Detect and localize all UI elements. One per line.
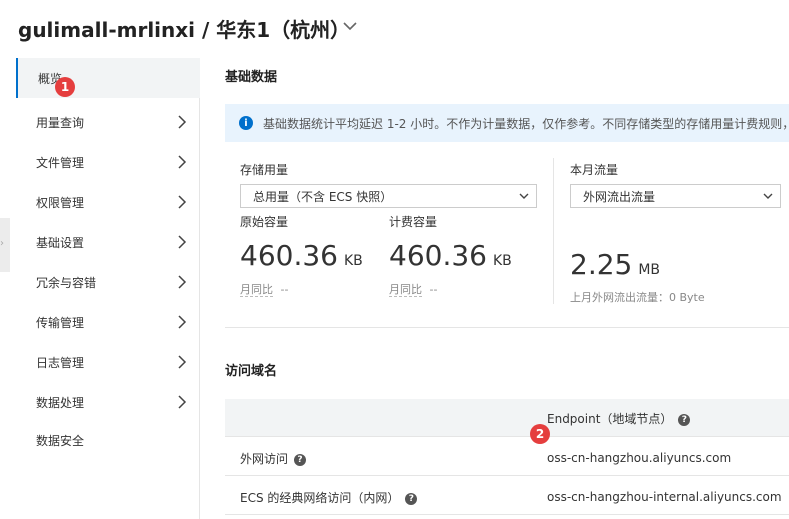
sidebar-item-label: 用量查询 <box>36 115 85 130</box>
traffic-label: 本月流量 <box>570 163 619 177</box>
raw-capacity-unit: KB <box>343 253 363 269</box>
traffic-unit: MB <box>638 262 661 278</box>
chevron-right-icon <box>178 395 187 409</box>
sidebar-item-permissions[interactable]: 权限管理 <box>16 182 200 222</box>
traffic-select-value: 外网流出流量 <box>583 189 656 204</box>
chevron-right-icon <box>178 275 187 289</box>
sidebar-item-data-processing[interactable]: 数据处理 <box>16 382 200 422</box>
row-label-text: ECS 的经典网络访问（内网） <box>240 491 400 505</box>
chevron-down-icon <box>763 193 773 199</box>
chevron-right-icon <box>178 235 187 249</box>
raw-capacity-value: 460.36 KB <box>240 239 363 272</box>
chevron-right-icon <box>178 115 187 129</box>
sidebar: 概览 用量查询 文件管理 权限管理 基础设置 冗余与容错 传输管理 日志管理 数… <box>0 58 200 519</box>
billed-mom-label: 月同比 <box>389 283 422 297</box>
chevron-right-icon <box>178 155 187 169</box>
info-icon: i <box>239 116 253 130</box>
notice-banner: i 基础数据统计平均延迟 1-2 小时。不作为计量数据，仅作参考。不同存储类型的… <box>225 104 789 142</box>
storage-label: 存储用量 <box>240 163 289 177</box>
sidebar-item-label: 权限管理 <box>36 195 85 210</box>
raw-capacity-number: 460.36 <box>240 239 338 272</box>
billed-mom-value: -- <box>429 283 438 296</box>
sidebar-item-redundancy[interactable]: 冗余与容错 <box>16 262 200 302</box>
endpoint-value: oss-cn-hangzhou.aliyuncs.com <box>547 451 732 465</box>
sidebar-item-label: 数据处理 <box>36 395 85 410</box>
divider <box>553 158 554 304</box>
divider <box>225 327 789 328</box>
raw-mom: 月同比 -- <box>240 281 288 297</box>
section-title-domains: 访问域名 <box>225 364 278 379</box>
help-icon[interactable]: ? <box>678 413 691 426</box>
traffic-value: 2.25 MB <box>570 248 660 281</box>
sidebar-item-label: 文件管理 <box>36 155 85 170</box>
sidebar-item-transfer[interactable]: 传输管理 <box>16 302 200 342</box>
row-label-text: 外网访问 <box>240 452 289 466</box>
sidebar-item-overview[interactable]: 概览 <box>16 58 200 98</box>
storage-type-select[interactable]: 总用量（不含 ECS 快照） <box>240 184 537 208</box>
chevron-down-icon <box>519 193 529 199</box>
sidebar-item-usage[interactable]: 用量查询 <box>16 102 200 142</box>
table-row: ECS 的经典网络访问（内网）? oss-cn-hangzhou-interna… <box>225 477 789 515</box>
row-label: 外网访问? <box>240 450 307 467</box>
sidebar-item-data-security[interactable]: 数据安全 <box>16 420 200 460</box>
notice-text: 基础数据统计平均延迟 1-2 小时。不作为计量数据，仅作参考。不同存储类型的存储… <box>263 116 789 131</box>
step-badge-1: 1 <box>55 77 75 97</box>
row-label: ECS 的经典网络访问（内网）? <box>240 489 418 506</box>
sidebar-item-label: 传输管理 <box>36 315 85 330</box>
chevron-right-icon <box>178 315 187 329</box>
endpoint-value: oss-cn-hangzhou-internal.aliyuncs.com <box>547 490 782 504</box>
sidebar-item-files[interactable]: 文件管理 <box>16 142 200 182</box>
table-header: Endpoint（地域节点）? <box>225 399 789 437</box>
chevron-down-icon[interactable] <box>340 16 360 36</box>
sidebar-item-label: 冗余与容错 <box>36 275 97 290</box>
help-icon[interactable]: ? <box>294 453 307 466</box>
column-header-endpoint: Endpoint（地域节点）? <box>547 410 691 427</box>
sidebar-item-label: 基础设置 <box>36 235 85 250</box>
step-badge-2: 2 <box>530 424 550 444</box>
billed-capacity-value: 460.36 KB <box>389 239 512 272</box>
traffic-type-select[interactable]: 外网流出流量 <box>570 184 781 208</box>
column-header-label: Endpoint（地域节点） <box>547 412 673 426</box>
billed-capacity-number: 460.36 <box>389 239 487 272</box>
traffic-number: 2.25 <box>570 248 633 281</box>
chevron-right-icon: › <box>0 238 4 249</box>
chevron-right-icon <box>178 355 187 369</box>
bucket-title: gulimall-mrlinxi / 华东1（杭州） <box>18 18 351 42</box>
raw-mom-label: 月同比 <box>240 283 273 297</box>
sidebar-item-label: 日志管理 <box>36 355 85 370</box>
help-icon[interactable]: ? <box>405 492 418 505</box>
section-title-basic: 基础数据 <box>225 70 278 85</box>
billed-capacity-label: 计费容量 <box>389 215 438 229</box>
raw-mom-value: -- <box>280 283 289 296</box>
sidebar-item-basic-settings[interactable]: 基础设置 <box>16 222 200 262</box>
chevron-right-icon <box>178 195 187 209</box>
storage-select-value: 总用量（不含 ECS 快照） <box>253 189 393 204</box>
raw-capacity-label: 原始容量 <box>240 215 289 229</box>
sidebar-item-label: 数据安全 <box>36 433 85 448</box>
billed-mom: 月同比 -- <box>389 281 437 297</box>
sidebar-collapse-handle[interactable]: › <box>0 218 10 272</box>
sidebar-item-logs[interactable]: 日志管理 <box>16 342 200 382</box>
last-month-traffic: 上月外网流出流量：0 Byte <box>570 291 705 304</box>
table-row: 外网访问? oss-cn-hangzhou.aliyuncs.com <box>225 438 789 476</box>
billed-capacity-unit: KB <box>492 253 512 269</box>
